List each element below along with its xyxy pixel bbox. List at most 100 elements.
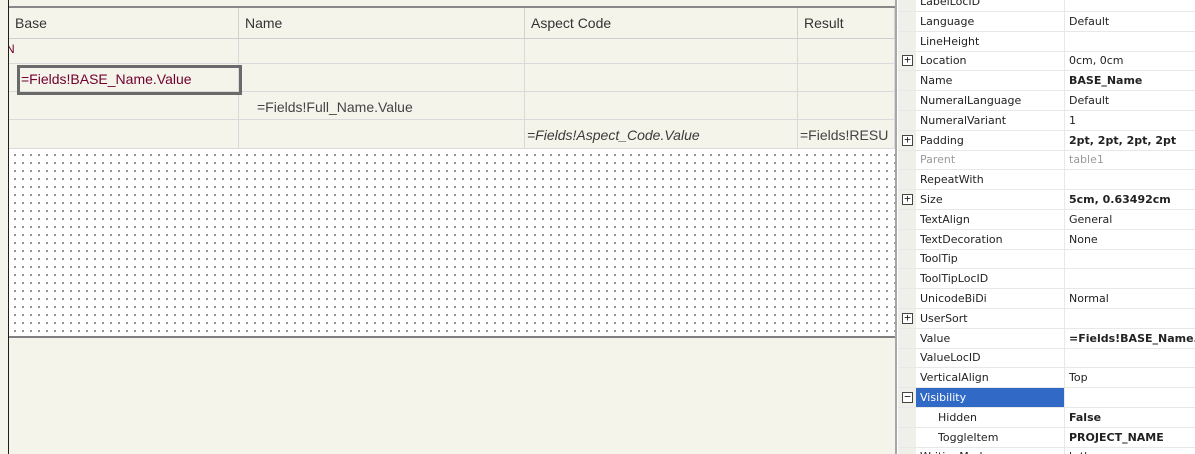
property-name: Language — [920, 14, 975, 28]
table-cell-full-name[interactable]: =Fields!Full_Name.Value — [239, 92, 525, 120]
property-row[interactable]: RepeatWith — [898, 170, 1195, 191]
property-row[interactable]: Parent table1 — [898, 150, 1195, 171]
property-value[interactable]: lr-tb — [1069, 450, 1195, 454]
property-value[interactable]: None — [1069, 233, 1195, 246]
expand-icon[interactable]: + — [902, 193, 913, 205]
property-name: LineHeight — [920, 34, 980, 48]
table-cell[interactable] — [239, 120, 525, 149]
property-name: ToolTipLocID — [920, 272, 989, 286]
table-cell[interactable] — [239, 64, 525, 92]
table-row: =Fields!Full_Name.Value — [9, 92, 895, 120]
table-row: N — [9, 39, 895, 64]
report-table[interactable]: Base Name Aspect Code Result N =Fields!B… — [9, 6, 895, 149]
group-marker-text: N — [9, 42, 15, 56]
table-cell[interactable] — [798, 92, 895, 120]
property-divider — [1064, 427, 1065, 448]
property-divider — [1064, 328, 1065, 349]
table-cell[interactable] — [18, 39, 239, 64]
property-row[interactable]: NumeralLanguage Default — [898, 91, 1195, 111]
properties-grid: LabelLocID Language Default LineHeight + Loca… — [898, 0, 1195, 454]
property-value[interactable]: Default — [1069, 15, 1195, 28]
property-name: Value — [920, 331, 951, 345]
table-cell[interactable] — [9, 120, 239, 149]
table-cell[interactable] — [525, 64, 798, 92]
header-cell-aspect-code[interactable]: Aspect Code — [525, 8, 798, 39]
property-name: Visibility — [916, 388, 1065, 407]
property-value[interactable]: BASE_Name — [1069, 74, 1195, 87]
collapse-icon[interactable]: − — [902, 391, 913, 403]
expand-icon[interactable]: + — [902, 134, 913, 146]
header-cell-base[interactable]: Base — [9, 8, 239, 39]
report-body-grid[interactable] — [9, 149, 895, 336]
property-value[interactable]: Top — [1069, 371, 1195, 384]
table-cell[interactable] — [798, 39, 895, 64]
property-row[interactable]: + Size 5cm, 0.63492cm — [898, 190, 1195, 210]
property-divider — [1064, 150, 1065, 171]
property-row[interactable]: ValueLocID — [898, 348, 1195, 369]
property-value[interactable]: 5cm, 0.63492cm — [1069, 193, 1195, 206]
full-name-expression: =Fields!Full_Name.Value — [257, 99, 413, 115]
property-value[interactable]: Normal — [1069, 292, 1195, 305]
property-value[interactable]: =Fields!BASE_Name.Value — [1069, 332, 1195, 345]
property-row[interactable]: VerticalAlign Top — [898, 368, 1195, 389]
property-row[interactable]: TextDecoration None — [898, 229, 1195, 250]
property-row[interactable]: + Padding 2pt, 2pt, 2pt, 2pt — [898, 130, 1195, 151]
property-row[interactable]: Value =Fields!BASE_Name.Value — [898, 328, 1195, 349]
property-name: NumeralVariant — [920, 113, 1007, 127]
table-cell[interactable] — [239, 39, 525, 64]
property-row[interactable]: WritingMode lr-tb — [898, 447, 1195, 454]
property-row[interactable]: − Visibility — [898, 388, 1195, 408]
aspect-code-expression: =Fields!Aspect_Code.Value — [527, 127, 700, 143]
property-row[interactable]: Language Default — [898, 11, 1195, 32]
table-cell[interactable] — [9, 92, 239, 120]
table-cell[interactable] — [525, 92, 798, 120]
property-row[interactable]: ToggleItem PROJECT_NAME — [898, 427, 1195, 448]
header-cell-name[interactable]: Name — [239, 8, 525, 39]
property-value[interactable]: table1 — [1069, 153, 1195, 166]
property-value[interactable]: 2pt, 2pt, 2pt, 2pt — [1069, 134, 1195, 147]
property-row[interactable]: Hidden False — [898, 407, 1195, 428]
designer-right-border — [895, 0, 897, 454]
property-value[interactable]: 1 — [1069, 114, 1195, 127]
property-divider — [1064, 269, 1065, 290]
property-value[interactable]: PROJECT_NAME — [1069, 431, 1195, 444]
property-row[interactable]: LineHeight — [898, 31, 1195, 52]
expand-icon[interactable]: + — [902, 312, 913, 324]
property-divider — [1064, 71, 1065, 92]
table-cell[interactable] — [798, 64, 895, 92]
property-divider — [1064, 91, 1065, 111]
property-name: Hidden — [938, 410, 978, 424]
table-cell[interactable] — [525, 39, 798, 64]
property-row[interactable]: NumeralVariant 1 — [898, 110, 1195, 131]
property-divider — [1064, 130, 1065, 151]
property-name: TextDecoration — [920, 232, 1003, 246]
property-row[interactable]: TextAlign General — [898, 209, 1195, 230]
group-marker: N — [9, 39, 18, 64]
property-value[interactable]: 0cm, 0cm — [1069, 54, 1195, 67]
property-row[interactable]: LabelLocID — [898, 0, 1195, 12]
header-cell-result[interactable]: Result — [798, 8, 895, 39]
property-row[interactable]: + Location 0cm, 0cm — [898, 51, 1195, 72]
property-name: ToggleItem — [938, 430, 999, 444]
property-divider — [1064, 170, 1065, 191]
property-row[interactable]: ToolTipLocID — [898, 269, 1195, 290]
property-value[interactable]: Default — [1069, 94, 1195, 107]
property-name: UnicodeBiDi — [920, 292, 987, 305]
property-value[interactable]: General — [1069, 213, 1195, 226]
report-body-bottom-edge[interactable] — [9, 336, 895, 338]
table-cell-aspect-code[interactable]: =Fields!Aspect_Code.Value — [525, 120, 798, 149]
property-name: ToolTip — [920, 252, 958, 266]
property-divider — [1064, 289, 1065, 309]
report-designer: Base Name Aspect Code Result N =Fields!B… — [0, 0, 897, 454]
property-row[interactable]: + UserSort — [898, 308, 1195, 329]
property-divider — [1064, 447, 1065, 454]
property-value[interactable]: False — [1069, 411, 1195, 424]
expand-icon[interactable]: + — [902, 54, 913, 67]
table-header-row: Base Name Aspect Code Result — [9, 8, 895, 39]
property-row[interactable]: ToolTip — [898, 249, 1195, 270]
property-divider — [1064, 0, 1065, 12]
table-cell-result[interactable]: =Fields!RESU — [798, 120, 895, 149]
property-name: VerticalAlign — [920, 371, 989, 385]
property-row[interactable]: UnicodeBiDi Normal — [898, 289, 1195, 309]
property-row[interactable]: Name BASE_Name — [898, 71, 1195, 92]
